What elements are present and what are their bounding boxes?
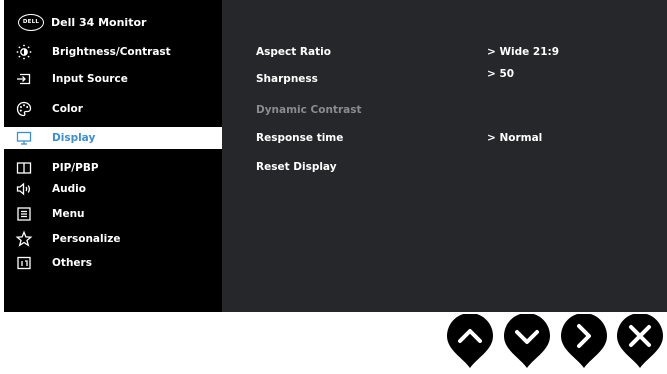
chevron-right-icon (561, 313, 607, 368)
exit-button[interactable] (615, 313, 665, 370)
sharpness-option[interactable]: Sharpness (256, 73, 318, 85)
right-button[interactable] (559, 313, 609, 370)
osd-menu: DELL Dell 34 Monitor Brightness/Contrast (4, 0, 667, 312)
menu-item-label: Display (52, 132, 96, 144)
brightness-icon (16, 44, 32, 60)
info-icon (16, 255, 32, 271)
menu-item-label: PIP/PBP (52, 162, 99, 174)
aspect-ratio-option[interactable]: Aspect Ratio (256, 46, 331, 58)
star-icon (15, 230, 33, 247)
menu-list-icon (16, 206, 32, 222)
menu-item-label: Audio (52, 183, 86, 195)
aspect-ratio-value: > Wide 21:9 (487, 46, 560, 58)
menu-item-display[interactable]: Display (4, 127, 222, 149)
dynamic-contrast-option: Dynamic Contrast (256, 104, 362, 116)
down-button[interactable] (502, 313, 552, 370)
menu-item-label: Menu (52, 208, 85, 220)
menu-item-label: Color (52, 103, 83, 115)
response-time-option[interactable]: Response time (256, 132, 343, 144)
menu-item-label: Others (52, 257, 92, 269)
monitor-icon (16, 130, 32, 146)
menu-item-brightness-contrast[interactable]: Brightness/Contrast (4, 41, 222, 63)
speaker-icon (16, 181, 32, 197)
dell-logo: DELL (18, 13, 44, 31)
chevron-down-icon (504, 313, 550, 368)
menu-item-input-source[interactable]: Input Source (4, 68, 222, 90)
menu-item-label: Personalize (52, 233, 121, 245)
menu-item-others[interactable]: Others (4, 252, 222, 274)
menu-item-personalize[interactable]: Personalize (4, 228, 222, 250)
sidebar: DELL Dell 34 Monitor Brightness/Contrast (4, 0, 222, 312)
pip-icon (16, 160, 32, 176)
up-button[interactable] (445, 313, 495, 370)
menu-item-label: Input Source (52, 73, 128, 85)
input-source-icon (16, 71, 32, 87)
osd-header: DELL Dell 34 Monitor (18, 12, 146, 32)
menu-item-pip-pbp[interactable]: PIP/PBP (4, 157, 222, 179)
menu-item-menu[interactable]: Menu (4, 203, 222, 225)
reset-display-option[interactable]: Reset Display (256, 161, 337, 173)
close-icon (617, 313, 663, 368)
palette-icon (16, 101, 32, 117)
sharpness-value: > 50 (487, 68, 515, 80)
menu-item-audio[interactable]: Audio (4, 178, 222, 200)
chevron-up-icon (447, 313, 493, 368)
monitor-title: Dell 34 Monitor (51, 15, 147, 29)
menu-item-color[interactable]: Color (4, 98, 222, 120)
response-time-value: > Normal (487, 132, 543, 144)
menu-item-label: Brightness/Contrast (52, 46, 171, 58)
